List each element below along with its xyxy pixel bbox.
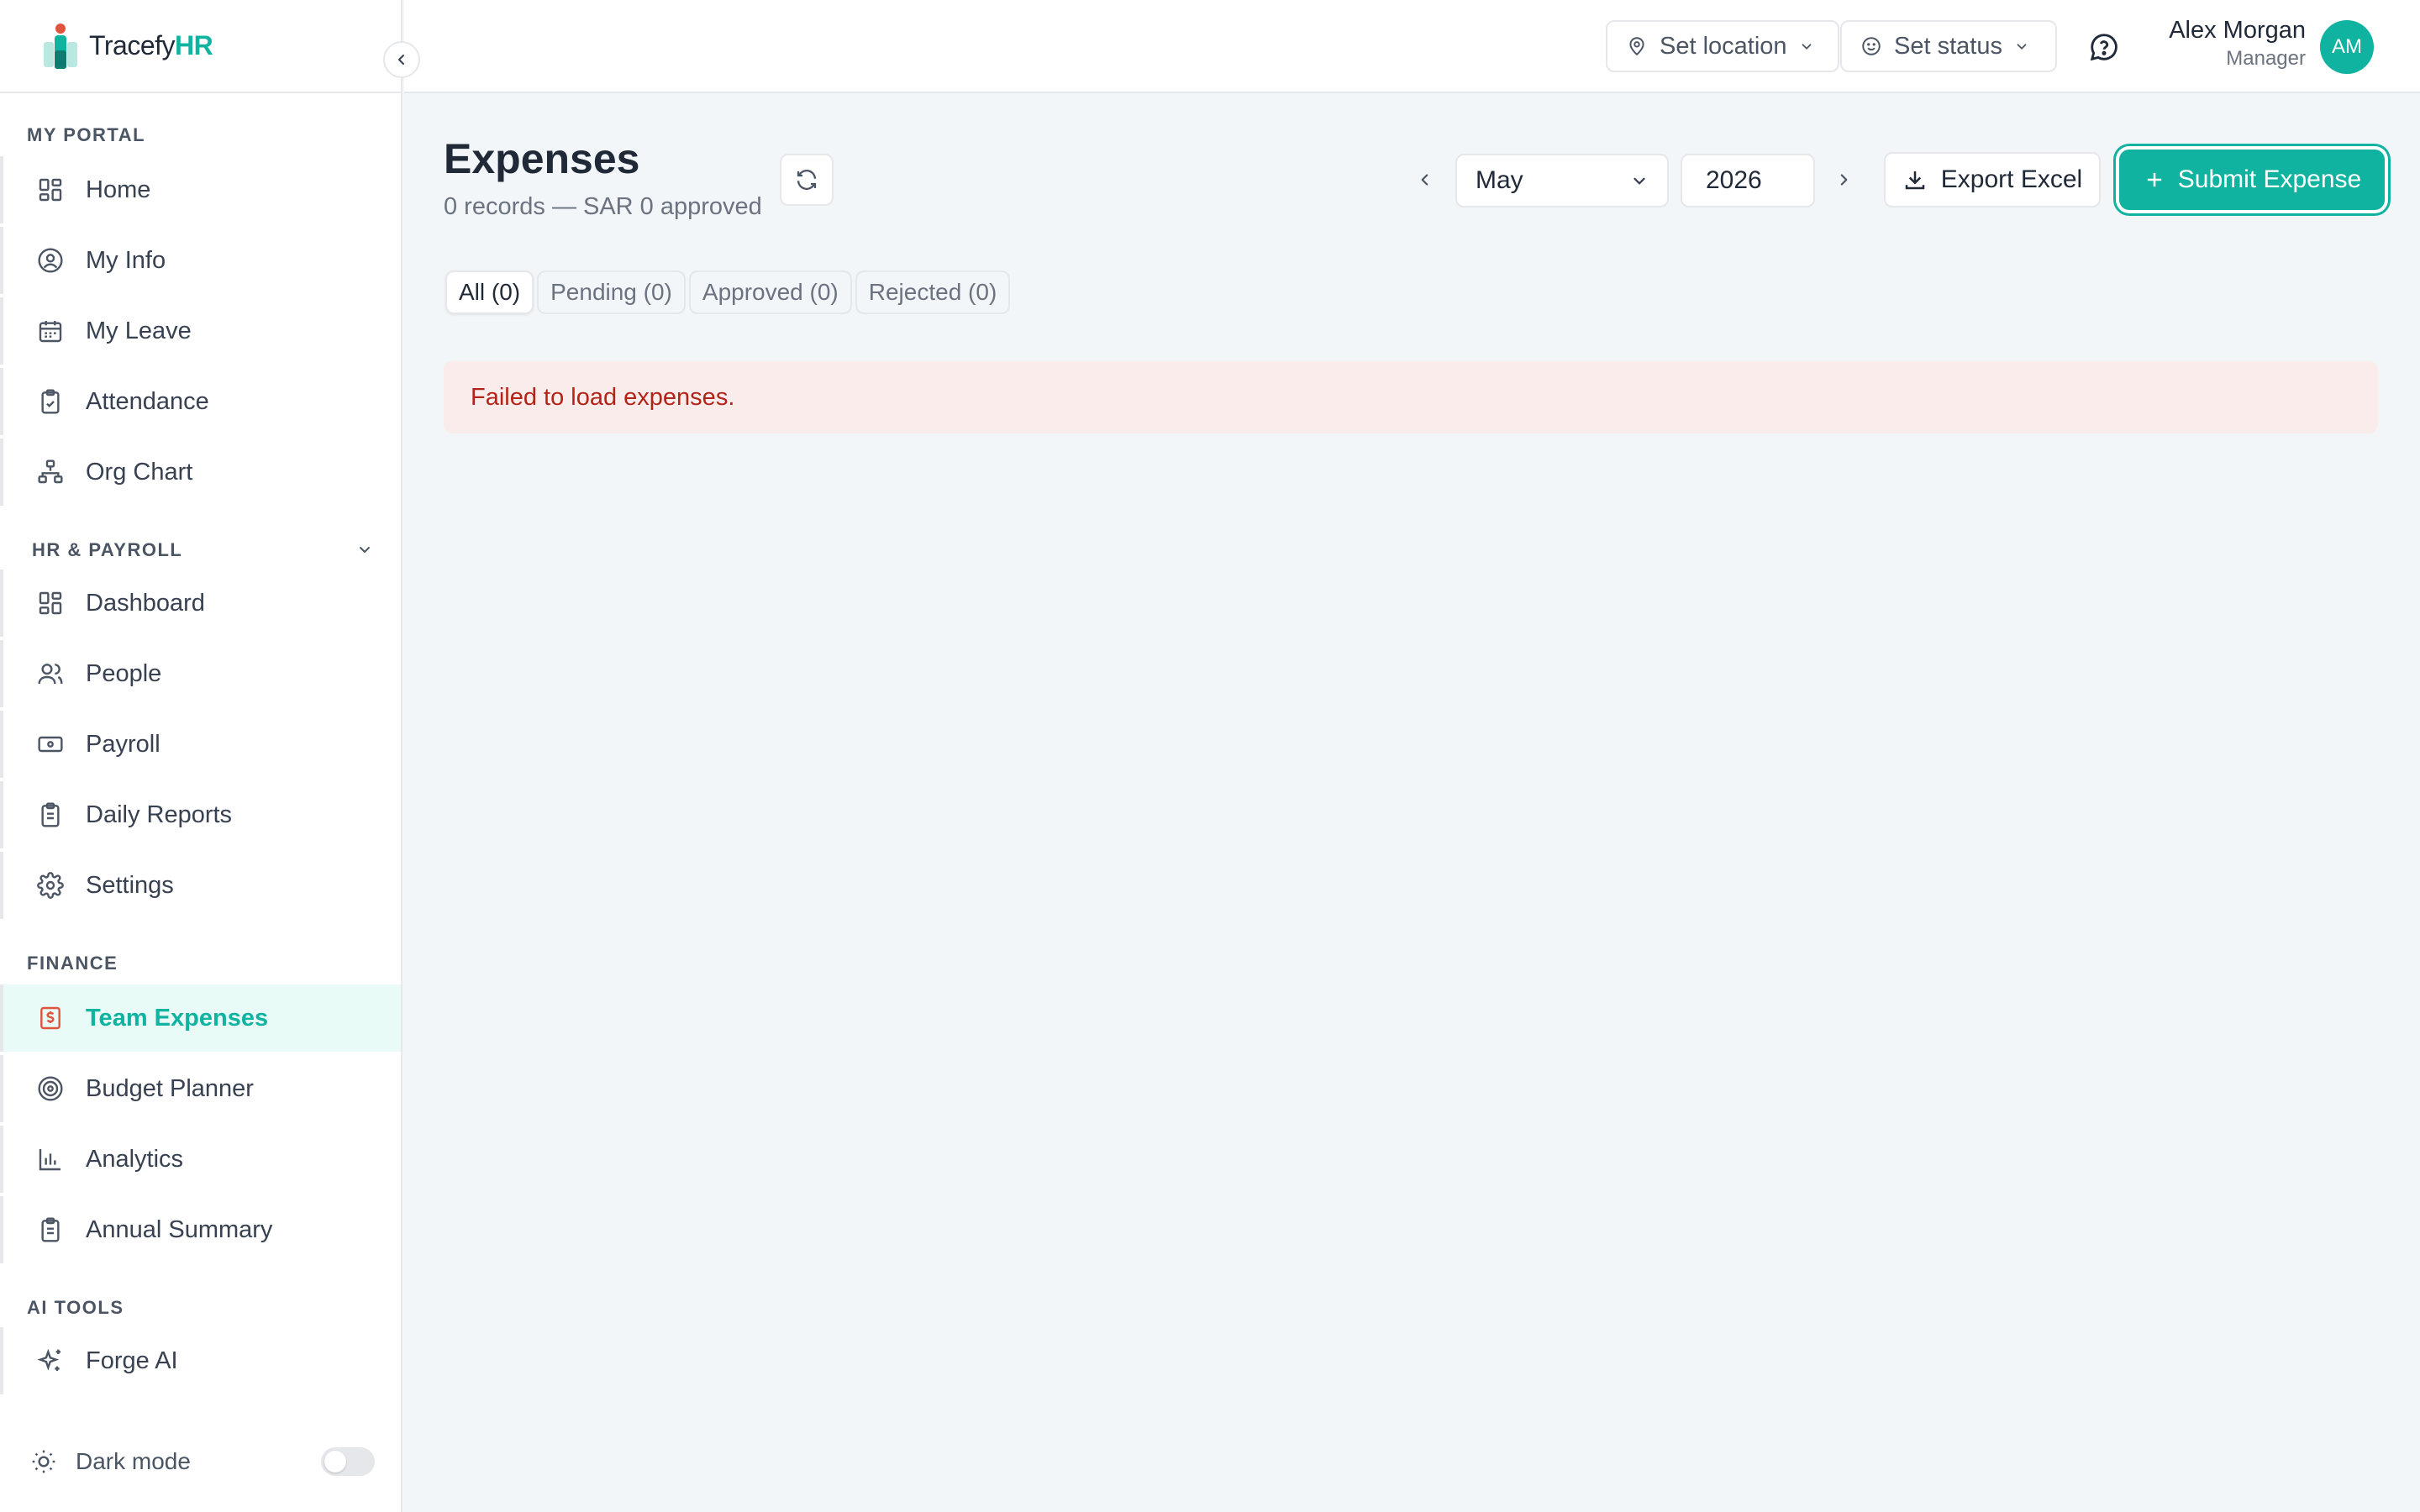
- sidebar-item-label: Attendance: [86, 387, 209, 415]
- set-location-label: Set location: [1660, 32, 1787, 60]
- dark-mode-label: Dark mode: [76, 1448, 191, 1474]
- tab-rejected[interactable]: Rejected (0): [855, 270, 1011, 314]
- set-status-label: Set status: [1894, 32, 2002, 60]
- previous-month-button[interactable]: [1408, 160, 1442, 200]
- user-role: Manager: [2226, 47, 2306, 70]
- tab-all[interactable]: All (0): [445, 270, 534, 314]
- sidebar-item-settings[interactable]: Settings: [0, 852, 401, 919]
- smile-icon: [1860, 35, 1882, 57]
- export-excel-label: Export Excel: [1940, 165, 2083, 193]
- avatar[interactable]: AM: [2320, 20, 2374, 74]
- month-select[interactable]: May: [1455, 154, 1669, 207]
- page-subtitle: 0 records — SAR 0 approved: [444, 193, 762, 220]
- sidebar-item-attendance[interactable]: Attendance: [0, 368, 401, 435]
- sidebar-item-label: People: [86, 659, 162, 687]
- section-label-my-portal: MY PORTAL: [27, 124, 146, 145]
- chevron-left-icon: [1421, 174, 1428, 186]
- sidebar-item-label: Team Expenses: [86, 1004, 269, 1032]
- error-message: Failed to load expenses.: [444, 361, 2378, 433]
- set-status-dropdown[interactable]: Set status: [1840, 20, 2057, 72]
- dark-mode-row: Dark mode: [30, 1436, 375, 1487]
- set-location-dropdown[interactable]: Set location: [1606, 20, 1839, 72]
- gear-icon: [34, 869, 67, 902]
- help-button[interactable]: [2087, 30, 2121, 64]
- org-chart-icon: [34, 455, 67, 489]
- chevron-down-icon[interactable]: [356, 541, 373, 562]
- submit-expense-button[interactable]: Submit Expense: [2119, 150, 2385, 210]
- section-label-hr-payroll: HR & PAYROLL: [32, 539, 183, 560]
- chevron-right-icon: [1840, 174, 1848, 186]
- sidebar-item-people[interactable]: People: [0, 640, 401, 707]
- sidebar-item-team-expenses[interactable]: Team Expenses: [0, 984, 401, 1052]
- sidebar-item-label: Daily Reports: [86, 801, 233, 828]
- target-icon: [34, 1072, 67, 1105]
- sidebar-item-label: My Leave: [86, 317, 192, 344]
- collapse-sidebar-button[interactable]: [383, 41, 420, 78]
- next-month-button[interactable]: [1827, 160, 1860, 200]
- sidebar-item-dashboard[interactable]: Dashboard: [0, 570, 401, 637]
- page-title: Expenses: [444, 135, 640, 182]
- logo-icon: [40, 22, 81, 71]
- bar-chart-icon: [34, 1142, 67, 1176]
- sidebar-item-daily-reports[interactable]: Daily Reports: [0, 781, 401, 848]
- tab-pending[interactable]: Pending (0): [537, 270, 686, 314]
- sidebar: TracefyHR MY PORTAL Home My Info My Leav…: [0, 0, 420, 1512]
- dark-mode-toggle[interactable]: [321, 1447, 375, 1476]
- clipboard-list-icon: [34, 798, 67, 832]
- sidebar-item-label: Org Chart: [86, 458, 193, 486]
- sidebar-item-home[interactable]: Home: [0, 156, 401, 223]
- month-value: May: [1476, 166, 1523, 194]
- grid-icon: [34, 173, 67, 207]
- sidebar-item-label: Forge AI: [86, 1347, 178, 1374]
- user-circle-icon: [34, 244, 67, 277]
- chevron-down-icon: [1799, 39, 1814, 54]
- section-label-finance: FINANCE: [27, 953, 118, 974]
- sidebar-item-label: Annual Summary: [86, 1215, 273, 1243]
- refresh-button[interactable]: [780, 154, 834, 206]
- grid-icon: [34, 586, 67, 620]
- brand-name: TracefyHR: [89, 30, 213, 60]
- sparkles-icon: [34, 1344, 67, 1378]
- sidebar-item-budget-planner[interactable]: Budget Planner: [0, 1055, 401, 1122]
- map-pin-icon: [1626, 35, 1648, 57]
- chevron-down-icon: [2014, 39, 2029, 54]
- sidebar-item-label: Payroll: [86, 730, 160, 758]
- users-icon: [34, 657, 67, 690]
- sidebar-item-my-leave[interactable]: My Leave: [0, 297, 401, 365]
- sidebar-item-analytics[interactable]: Analytics: [0, 1126, 401, 1193]
- sidebar-item-forge-ai[interactable]: Forge AI: [0, 1327, 401, 1394]
- export-excel-button[interactable]: Export Excel: [1884, 152, 2101, 207]
- sun-icon: [30, 1448, 57, 1475]
- submit-expense-label: Submit Expense: [2177, 165, 2362, 193]
- sidebar-item-label: Dashboard: [86, 589, 205, 617]
- status-tabs: All (0) Pending (0) Approved (0) Rejecte…: [445, 270, 1011, 314]
- chevron-down-icon: [1634, 177, 1645, 185]
- sidebar-item-label: Analytics: [86, 1145, 184, 1173]
- clipboard-list-icon: [34, 1213, 67, 1247]
- chevron-left-icon: [398, 55, 404, 65]
- receipt-dollar-icon: [34, 1001, 67, 1035]
- sidebar-item-annual-summary[interactable]: Annual Summary: [0, 1196, 401, 1263]
- sidebar-item-label: Budget Planner: [86, 1074, 254, 1102]
- sidebar-item-org-chart[interactable]: Org Chart: [0, 438, 401, 506]
- banknote-icon: [34, 727, 67, 761]
- help-chat-icon: [2090, 34, 2118, 61]
- sidebar-item-my-info[interactable]: My Info: [0, 227, 401, 294]
- sidebar-item-label: Home: [86, 176, 151, 203]
- calendar-icon: [34, 314, 67, 348]
- year-input[interactable]: [1681, 154, 1815, 207]
- plus-icon: [2143, 168, 2166, 192]
- user-name: Alex Morgan: [2169, 17, 2306, 44]
- tab-approved[interactable]: Approved (0): [688, 270, 852, 314]
- clipboard-check-icon: [34, 385, 67, 418]
- download-icon: [1902, 167, 1928, 192]
- logo-area: TracefyHR: [0, 0, 420, 93]
- sidebar-item-payroll[interactable]: Payroll: [0, 711, 401, 778]
- sidebar-item-label: My Info: [86, 246, 166, 274]
- sidebar-item-label: Settings: [86, 871, 174, 899]
- refresh-icon: [797, 170, 817, 190]
- section-label-ai-tools: AI TOOLS: [27, 1297, 124, 1318]
